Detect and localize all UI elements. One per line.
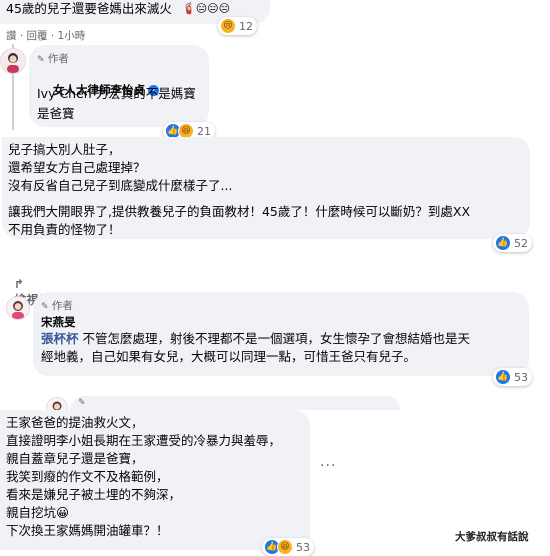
reaction-count: 53 bbox=[514, 370, 528, 384]
reply-line-1: 張杯杯 不管怎麼處理，射後不理都不是一個選項，女生懷孕了會想結婚也是天 bbox=[41, 330, 470, 348]
comment-line: 王家爸爸的提油救火文， bbox=[6, 415, 144, 430]
author-tag-label: 作者 bbox=[51, 300, 73, 312]
author-pencil-icon: ✎ bbox=[37, 55, 45, 65]
reply-text: 不管怎麼處理，射後不理都不是一個選項，女生懷孕了會想結婚也是天 bbox=[78, 331, 470, 346]
reaction-count: 21 bbox=[197, 124, 211, 138]
reaction-summary[interactable]: 👍 😆 53 bbox=[262, 538, 314, 556]
sad-reaction-icon: 😢 bbox=[220, 18, 236, 34]
more-options-icon[interactable]: ··· bbox=[320, 458, 336, 474]
like-reaction-icon: 👍 bbox=[495, 369, 511, 385]
comment-bubble-long: 兒子搞大別人肚子， 還希望女方自己處理掉？ 沒有反省自己兒子到底變成什麼樣子了.… bbox=[2, 137, 530, 239]
author-name[interactable]: 宋燕旻 bbox=[41, 314, 76, 330]
reaction-summary[interactable]: 😢 12 bbox=[218, 17, 257, 35]
reaction-count: 53 bbox=[296, 540, 310, 554]
reaction-count: 12 bbox=[239, 19, 253, 33]
reply-bubble-author: ✎ 作者 女人大律師李怡貞 ✓ Ivy Chen 力宏真的不是媽寶 是爸寶 bbox=[29, 45, 209, 127]
comment-line: 還希望女方自己處理掉？ bbox=[8, 160, 146, 175]
comment-line: 兒子搞大別人肚子， bbox=[8, 142, 121, 157]
mention-link[interactable]: 張杯杯 bbox=[41, 331, 79, 346]
avatar[interactable] bbox=[6, 296, 30, 320]
reply-line-2: 經地義，自己如果有女兒，大概可以同理一點，可惜王爸只有兒子。 bbox=[41, 349, 417, 364]
like-reaction-icon: 👍 bbox=[495, 235, 511, 251]
reply-line-2: 是爸寶 bbox=[37, 106, 75, 121]
emoji-trail: 🧯😑😑😑 bbox=[182, 2, 231, 15]
reaction-count: 52 bbox=[514, 236, 528, 250]
haha-reaction-icon: 😆 bbox=[277, 539, 293, 555]
comment-text: 45歲的兒子還要爸媽出來滅火 bbox=[6, 1, 172, 16]
comment-bubble-bottom: 王家爸爸的提油救火文， 直接證明李小姐長期在王家遭受的冷暴力與羞辱， 親自蓋章兒… bbox=[0, 410, 310, 550]
avatar[interactable] bbox=[0, 48, 26, 74]
reply-line-1: Ivy Chen 力宏真的不是媽寶 bbox=[37, 86, 196, 101]
author-pencil-icon: ✎ bbox=[41, 302, 49, 312]
comment-line: 我笑到癈的作文不及格範例， bbox=[6, 469, 169, 484]
comment-line: 看來是嫌兒子被土埋的不夠深， bbox=[6, 487, 182, 502]
author-badge: ✎ 作者 bbox=[41, 298, 73, 313]
author-badge: ✎ 作者 bbox=[37, 51, 69, 66]
comment-actions[interactable]: 讚 · 回覆 · 1小時 bbox=[6, 28, 85, 43]
reply-arrow-icon: ↰ bbox=[14, 277, 25, 291]
comment-line: 親自蓋章兒子還是爸寶， bbox=[6, 451, 144, 466]
comment-line: 沒有反省自己兒子到底變成什麼樣子了... bbox=[8, 178, 233, 193]
comment-line: 不用負責的怪物了！ bbox=[8, 222, 121, 237]
watermark: 大爹叔叔有話說 bbox=[455, 531, 529, 543]
comment-line: 直接證明李小姐長期在王家遭受的冷暴力與羞辱， bbox=[6, 433, 282, 448]
comment-line: 親自挖坑😀 bbox=[6, 505, 70, 520]
comment-line: 讓我們大開眼界了,提供教養兒子的負面教材！45歲了！什麼時候可以斷奶？到處XX bbox=[8, 204, 471, 219]
author-pencil-icon: ✎ bbox=[78, 398, 86, 408]
reply-bubble-author: ✎ 作者 宋燕旻 張杯杯 不管怎麼處理，射後不理都不是一個選項，女生懷孕了會想結… bbox=[33, 292, 529, 376]
reaction-summary[interactable]: 👍 52 bbox=[493, 234, 532, 252]
reply-bubble-partial: ✎ bbox=[70, 396, 400, 410]
comment-line: 下次換王家媽媽開油罐車？！ bbox=[6, 523, 169, 538]
author-tag-label: 作者 bbox=[47, 53, 69, 65]
reaction-summary[interactable]: 👍 53 bbox=[493, 368, 532, 386]
